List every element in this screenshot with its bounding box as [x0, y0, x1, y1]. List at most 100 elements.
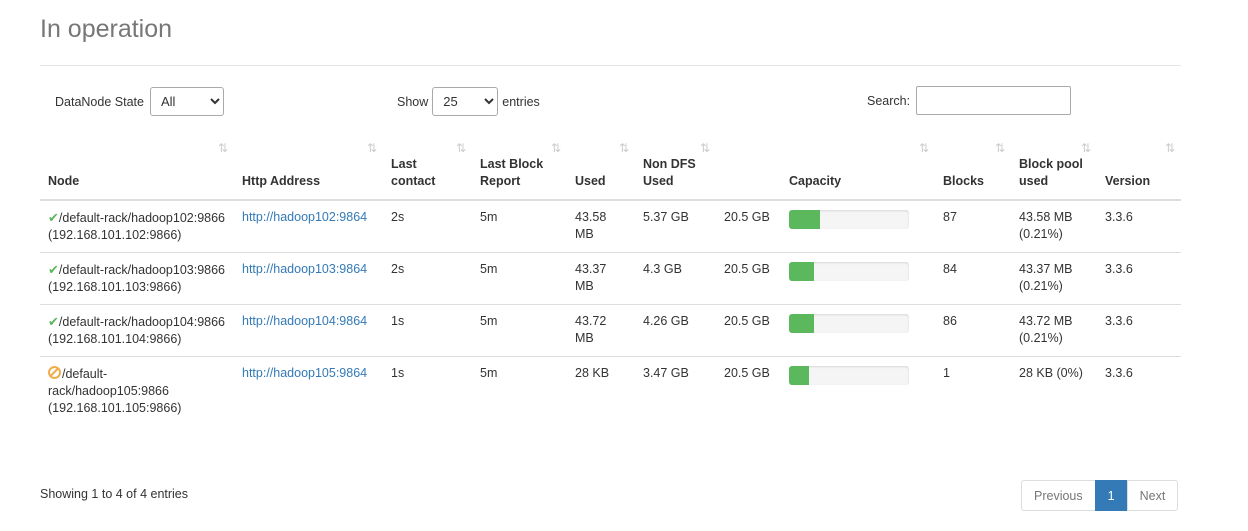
column-header-blocks[interactable]: Blocks ⇅ — [935, 132, 1011, 201]
capacity-text-cell: 20.5 GB — [716, 252, 781, 305]
page-title: In operation — [40, 15, 173, 43]
column-header-used[interactable]: Used ⇅ — [567, 132, 635, 201]
sort-icon: ⇅ — [699, 141, 710, 155]
section-divider — [40, 65, 1181, 66]
sort-icon: ⇅ — [1164, 141, 1175, 155]
table-row: /default-rack/hadoop105:9866 (192.168.10… — [40, 357, 1181, 426]
last-block-report-cell: 5m — [472, 252, 567, 305]
used-cell: 43.58 MB — [567, 200, 635, 253]
table-row: ✔/default-rack/hadoop103:9866 (192.168.1… — [40, 252, 1181, 305]
entries-length-select[interactable]: 25 — [432, 87, 499, 116]
blocks-cell: 86 — [935, 304, 1011, 357]
decommissioned-icon — [48, 366, 61, 379]
last-block-report-cell: 5m — [472, 304, 567, 357]
capacity-progress-fill — [789, 366, 810, 385]
sort-icon: ⇅ — [618, 141, 629, 155]
http-address-link[interactable]: http://hadoop102:9864 — [242, 210, 367, 224]
non-dfs-used-cell: 4.26 GB — [635, 304, 716, 357]
datanode-state-select[interactable]: All — [149, 87, 224, 116]
node-name: /default-rack/hadoop103:9866 (192.168.10… — [48, 263, 226, 294]
http-address-link[interactable]: http://hadoop104:9864 — [242, 314, 367, 328]
http-address-link[interactable]: http://hadoop105:9864 — [242, 366, 367, 380]
node-name: /default-rack/hadoop105:9866 (192.168.10… — [48, 367, 182, 415]
non-dfs-used-cell: 4.3 GB — [635, 252, 716, 305]
datanode-state-label: DataNode State — [55, 94, 144, 109]
last-contact-cell: 2s — [383, 252, 472, 305]
version-cell: 3.3.6 — [1105, 366, 1133, 380]
capacity-bar-cell — [781, 304, 935, 357]
version-cell: 3.3.6 — [1097, 304, 1181, 357]
capacity-progress-bar — [789, 262, 909, 281]
block-pool-used-cell: 28 KB (0%) — [1019, 366, 1083, 380]
capacity-progress-bar — [789, 366, 909, 385]
check-icon: ✔ — [48, 210, 59, 225]
blocks-cell: 87 — [935, 200, 1011, 253]
used-cell: 43.37 MB — [567, 252, 635, 305]
last-contact-cell: 1s — [383, 304, 472, 357]
capacity-text-cell: 20.5 GB — [724, 366, 770, 380]
node-name: /default-rack/hadoop102:9866 (192.168.10… — [48, 211, 226, 242]
used-cell: 28 KB — [575, 366, 610, 380]
capacity-bar-cell — [781, 357, 935, 426]
capacity-bar-cell — [781, 252, 935, 305]
http-address-cell: http://hadoop103:9864 — [234, 252, 383, 305]
version-cell: 3.3.6 — [1097, 200, 1181, 253]
show-label: Show — [397, 94, 429, 109]
entries-length: Show 25 entries — [397, 87, 540, 116]
table-header-row: Node ⇅ Http Address ⇅ Last contact ⇅ Last B… — [40, 132, 1181, 201]
column-header-non-dfs-used[interactable]: Non DFS Used ⇅ — [635, 132, 716, 201]
check-icon: ✔ — [48, 262, 59, 277]
sort-icon: ⇅ — [918, 141, 929, 155]
block-pool-used-cell: 43.58 MB (0.21%) — [1011, 200, 1097, 253]
column-header-node[interactable]: Node ⇅ — [40, 132, 234, 201]
http-address-cell: http://hadoop105:9864 — [234, 357, 383, 426]
sort-icon: ⇅ — [994, 141, 1005, 155]
sort-icon: ⇅ — [455, 141, 466, 155]
capacity-progress-bar — [789, 210, 909, 229]
node-cell: ✔/default-rack/hadoop104:9866 (192.168.1… — [40, 304, 234, 357]
last-contact-cell: 2s — [383, 200, 472, 253]
column-header-capacity-text — [716, 132, 781, 201]
column-header-http-address[interactable]: Http Address ⇅ — [234, 132, 383, 201]
sort-icon: ⇅ — [217, 141, 228, 155]
datanode-table: Node ⇅ Http Address ⇅ Last contact ⇅ Last B… — [40, 132, 1181, 425]
last-block-report-cell: 5m — [480, 366, 498, 380]
version-cell: 3.3.6 — [1097, 252, 1181, 305]
search-label: Search: — [867, 93, 911, 108]
http-address-link[interactable]: http://hadoop103:9864 — [242, 262, 367, 276]
column-header-last-contact[interactable]: Last contact ⇅ — [383, 132, 472, 201]
blocks-cell: 1 — [943, 366, 950, 380]
node-cell: ✔/default-rack/hadoop103:9866 (192.168.1… — [40, 252, 234, 305]
previous-page-button[interactable]: Previous — [1021, 480, 1096, 511]
check-icon: ✔ — [48, 314, 59, 329]
last-contact-cell: 1s — [391, 366, 405, 380]
http-address-cell: http://hadoop104:9864 — [234, 304, 383, 357]
next-page-button[interactable]: Next — [1126, 480, 1179, 511]
capacity-progress-fill — [789, 314, 815, 333]
table-search: Search: — [867, 86, 1072, 115]
node-cell: ✔/default-rack/hadoop102:9866 (192.168.1… — [40, 200, 234, 253]
capacity-progress-fill — [789, 262, 815, 281]
last-block-report-cell: 5m — [472, 200, 567, 253]
sort-icon: ⇅ — [366, 141, 377, 155]
column-header-capacity[interactable]: Capacity ⇅ — [781, 132, 935, 201]
column-header-block-pool-used[interactable]: Block pool used ⇅ — [1011, 132, 1097, 201]
capacity-text-cell: 20.5 GB — [716, 304, 781, 357]
datanode-state-filter: DataNode State All — [55, 87, 224, 116]
search-input[interactable] — [916, 86, 1072, 115]
table-info: Showing 1 to 4 of 4 entries — [40, 487, 189, 501]
block-pool-used-cell: 43.72 MB (0.21%) — [1011, 304, 1097, 357]
non-dfs-used-cell: 3.47 GB — [643, 366, 689, 380]
table-row: ✔/default-rack/hadoop104:9866 (192.168.1… — [40, 304, 1181, 357]
sort-icon: ⇅ — [550, 141, 561, 155]
column-header-version[interactable]: Version ⇅ — [1097, 132, 1181, 201]
capacity-bar-cell — [781, 200, 935, 253]
non-dfs-used-cell: 5.37 GB — [635, 200, 716, 253]
page-1-button[interactable]: 1 — [1094, 480, 1128, 511]
capacity-text-cell: 20.5 GB — [716, 200, 781, 253]
sort-icon: ⇅ — [1080, 141, 1091, 155]
http-address-cell: http://hadoop102:9864 — [234, 200, 383, 253]
column-header-last-block-report[interactable]: Last Block Report ⇅ — [472, 132, 567, 201]
capacity-progress-bar — [789, 314, 909, 333]
used-cell: 43.72 MB — [567, 304, 635, 357]
